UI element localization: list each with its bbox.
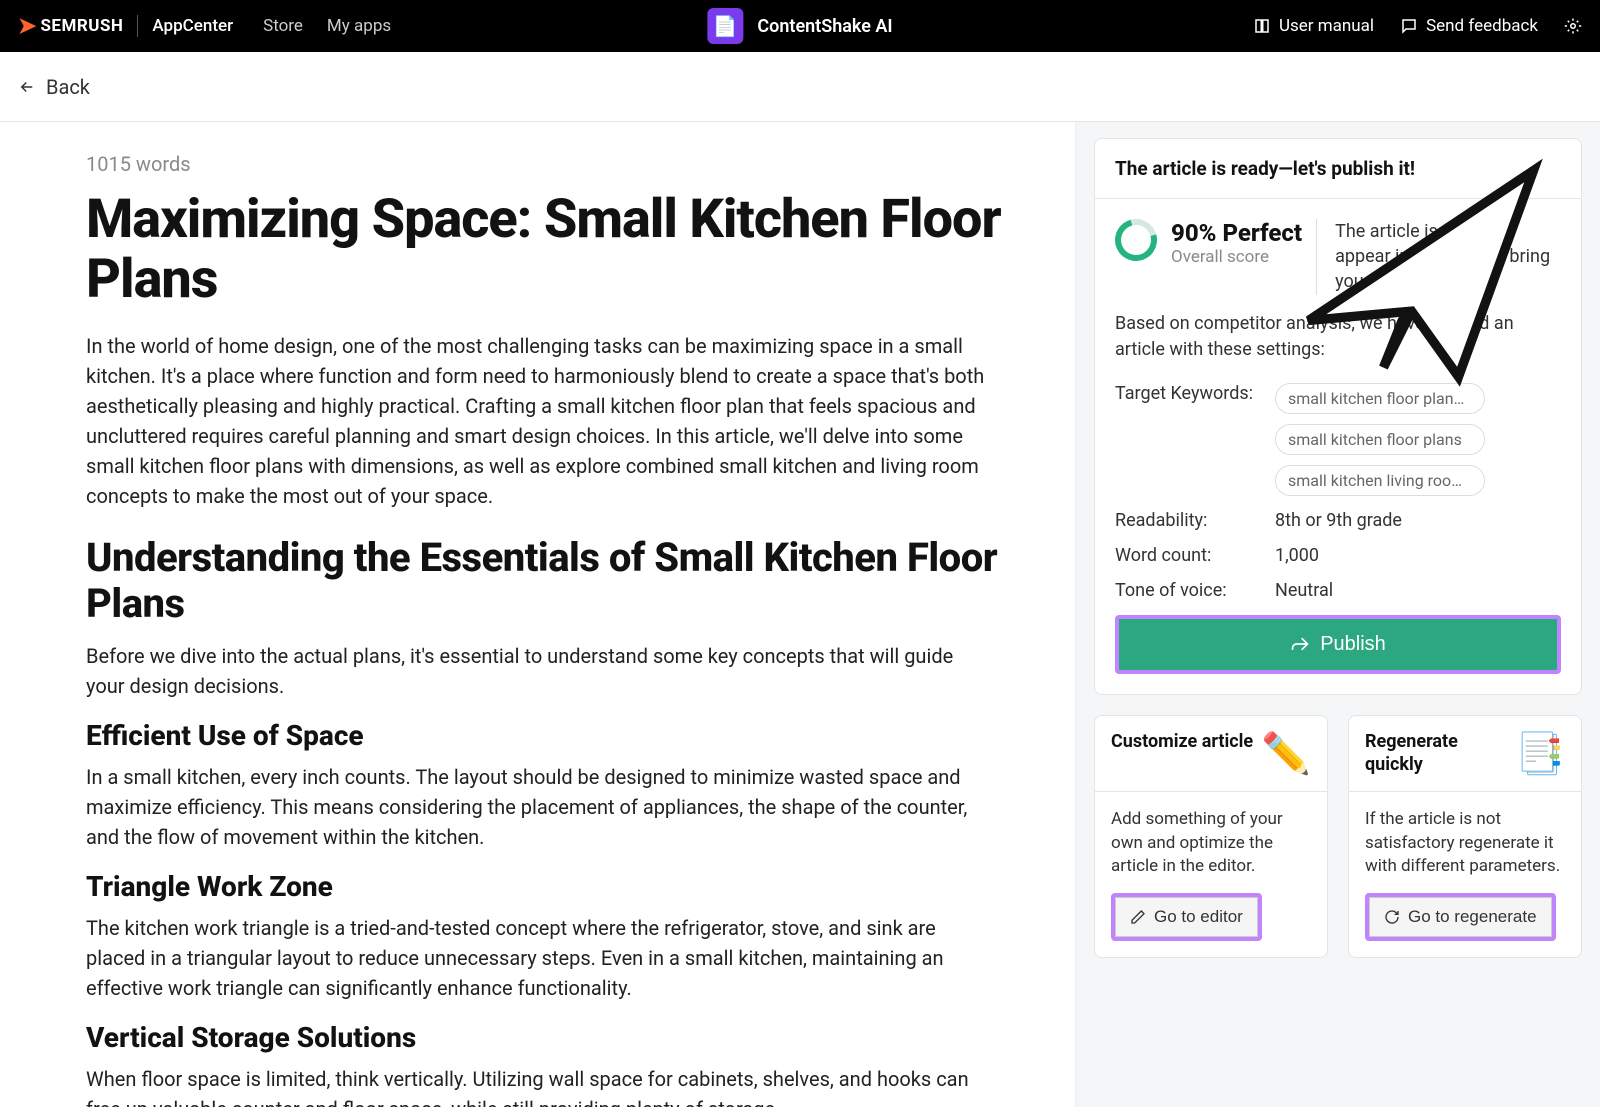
heading-essentials: Understanding the Essentials of Small Ki… (86, 535, 1037, 627)
pages-icon: 📑 (1515, 730, 1565, 777)
heading-triangle: Triangle Work Zone (86, 870, 1037, 903)
regenerate-header: Regenerate quickly 📑 (1349, 716, 1581, 792)
customize-desc: Add something of your own and optimize t… (1111, 808, 1311, 879)
refresh-icon (1384, 909, 1400, 925)
publish-label: Publish (1320, 633, 1386, 656)
app-icon: 📄 (707, 8, 743, 44)
customize-header: Customize article ✏️ (1095, 716, 1327, 792)
go-to-editor-button[interactable]: Go to editor (1115, 897, 1258, 937)
brand-label: SEMRUSH (40, 16, 123, 36)
keyword-tag[interactable]: small kitchen living room … (1275, 465, 1485, 496)
back-label: Back (46, 75, 90, 99)
customize-card: Customize article ✏️ Add something of yo… (1094, 715, 1328, 958)
chat-icon (1400, 17, 1418, 35)
editor-btn-label: Go to editor (1154, 907, 1243, 927)
tone-label: Tone of voice: (1115, 580, 1275, 601)
app-badge[interactable]: 📄 ContentShake AI (707, 8, 892, 44)
app-name: ContentShake AI (757, 16, 892, 37)
back-button[interactable]: Back (18, 75, 90, 99)
arrow-left-icon (18, 78, 36, 96)
regenerate-title: Regenerate quickly (1365, 730, 1515, 777)
edit-icon (1130, 909, 1146, 925)
regenerate-body: If the article is not satisfactory regen… (1349, 792, 1581, 957)
article-intro: In the world of home design, one of the … (86, 331, 986, 511)
go-to-regenerate-button[interactable]: Go to regenerate (1369, 897, 1552, 937)
regenerate-desc: If the article is not satisfactory regen… (1365, 808, 1565, 879)
para-3: The kitchen work triangle is a tried-and… (86, 913, 986, 1003)
readability-label: Readability: (1115, 510, 1275, 531)
main: 1015 words Maximizing Space: Small Kitch… (0, 122, 1600, 1107)
regenerate-card: Regenerate quickly 📑 If the article is n… (1348, 715, 1582, 958)
ready-card: The article is ready—let's publish it! 9… (1094, 138, 1582, 695)
para-4: When floor space is limited, think verti… (86, 1064, 986, 1107)
pencil-icon: ✏️ (1261, 730, 1311, 777)
book-icon (1253, 17, 1271, 35)
readability-row: Readability: 8th or 9th grade (1115, 510, 1561, 531)
editor-btn-highlight: Go to editor (1111, 893, 1262, 941)
send-feedback-link[interactable]: Send feedback (1400, 16, 1538, 36)
para-2: In a small kitchen, every inch counts. T… (86, 762, 986, 852)
nav-store[interactable]: Store (263, 16, 303, 36)
publish-button[interactable]: Publish (1119, 619, 1557, 670)
customize-body: Add something of your own and optimize t… (1095, 792, 1327, 957)
tone-value: Neutral (1275, 580, 1333, 601)
wordcount-value: 1,000 (1275, 545, 1319, 566)
manual-label: User manual (1279, 16, 1374, 36)
nav-myapps[interactable]: My apps (327, 16, 391, 36)
wordcount-label: Word count: (1115, 545, 1275, 566)
gear-icon[interactable] (1564, 17, 1582, 35)
action-cards: Customize article ✏️ Add something of yo… (1094, 715, 1582, 958)
article-content: 1015 words Maximizing Space: Small Kitch… (0, 122, 1076, 1107)
score-ring-icon (1107, 211, 1164, 268)
heading-vertical: Vertical Storage Solutions (86, 1021, 1037, 1054)
keywords-label: Target Keywords: (1115, 383, 1275, 496)
heading-efficient: Efficient Use of Space (86, 719, 1037, 752)
regen-btn-label: Go to regenerate (1408, 907, 1537, 927)
top-links: Store My apps (263, 16, 391, 36)
readability-value: 8th or 9th grade (1275, 510, 1402, 531)
customize-title: Customize article (1111, 730, 1253, 753)
flame-icon: ➤ (18, 14, 36, 39)
publish-highlight: Publish (1115, 615, 1561, 674)
appcenter-label: AppCenter (152, 16, 233, 36)
wordcount-row: Word count: 1,000 (1115, 545, 1561, 566)
ready-header: The article is ready—let's publish it! (1095, 139, 1581, 199)
user-manual-link[interactable]: User manual (1253, 16, 1374, 36)
top-right: User manual Send feedback (1253, 16, 1582, 36)
para-1: Before we dive into the actual plans, it… (86, 641, 986, 701)
word-count: 1015 words (86, 152, 1037, 176)
sidebar: The article is ready—let's publish it! 9… (1080, 122, 1600, 1107)
logo[interactable]: ➤ SEMRUSH AppCenter (18, 14, 233, 39)
share-arrow-icon (1290, 634, 1310, 654)
article-title: Maximizing Space: Small Kitchen Floor Pl… (86, 190, 1037, 311)
divider (137, 15, 138, 37)
tone-row: Tone of voice: Neutral (1115, 580, 1561, 601)
back-bar: Back (0, 52, 1600, 122)
feedback-label: Send feedback (1426, 16, 1538, 36)
regen-btn-highlight: Go to regenerate (1365, 893, 1556, 941)
top-nav: ➤ SEMRUSH AppCenter Store My apps 📄 Cont… (0, 0, 1600, 52)
paper-plane-icon (1271, 133, 1571, 447)
